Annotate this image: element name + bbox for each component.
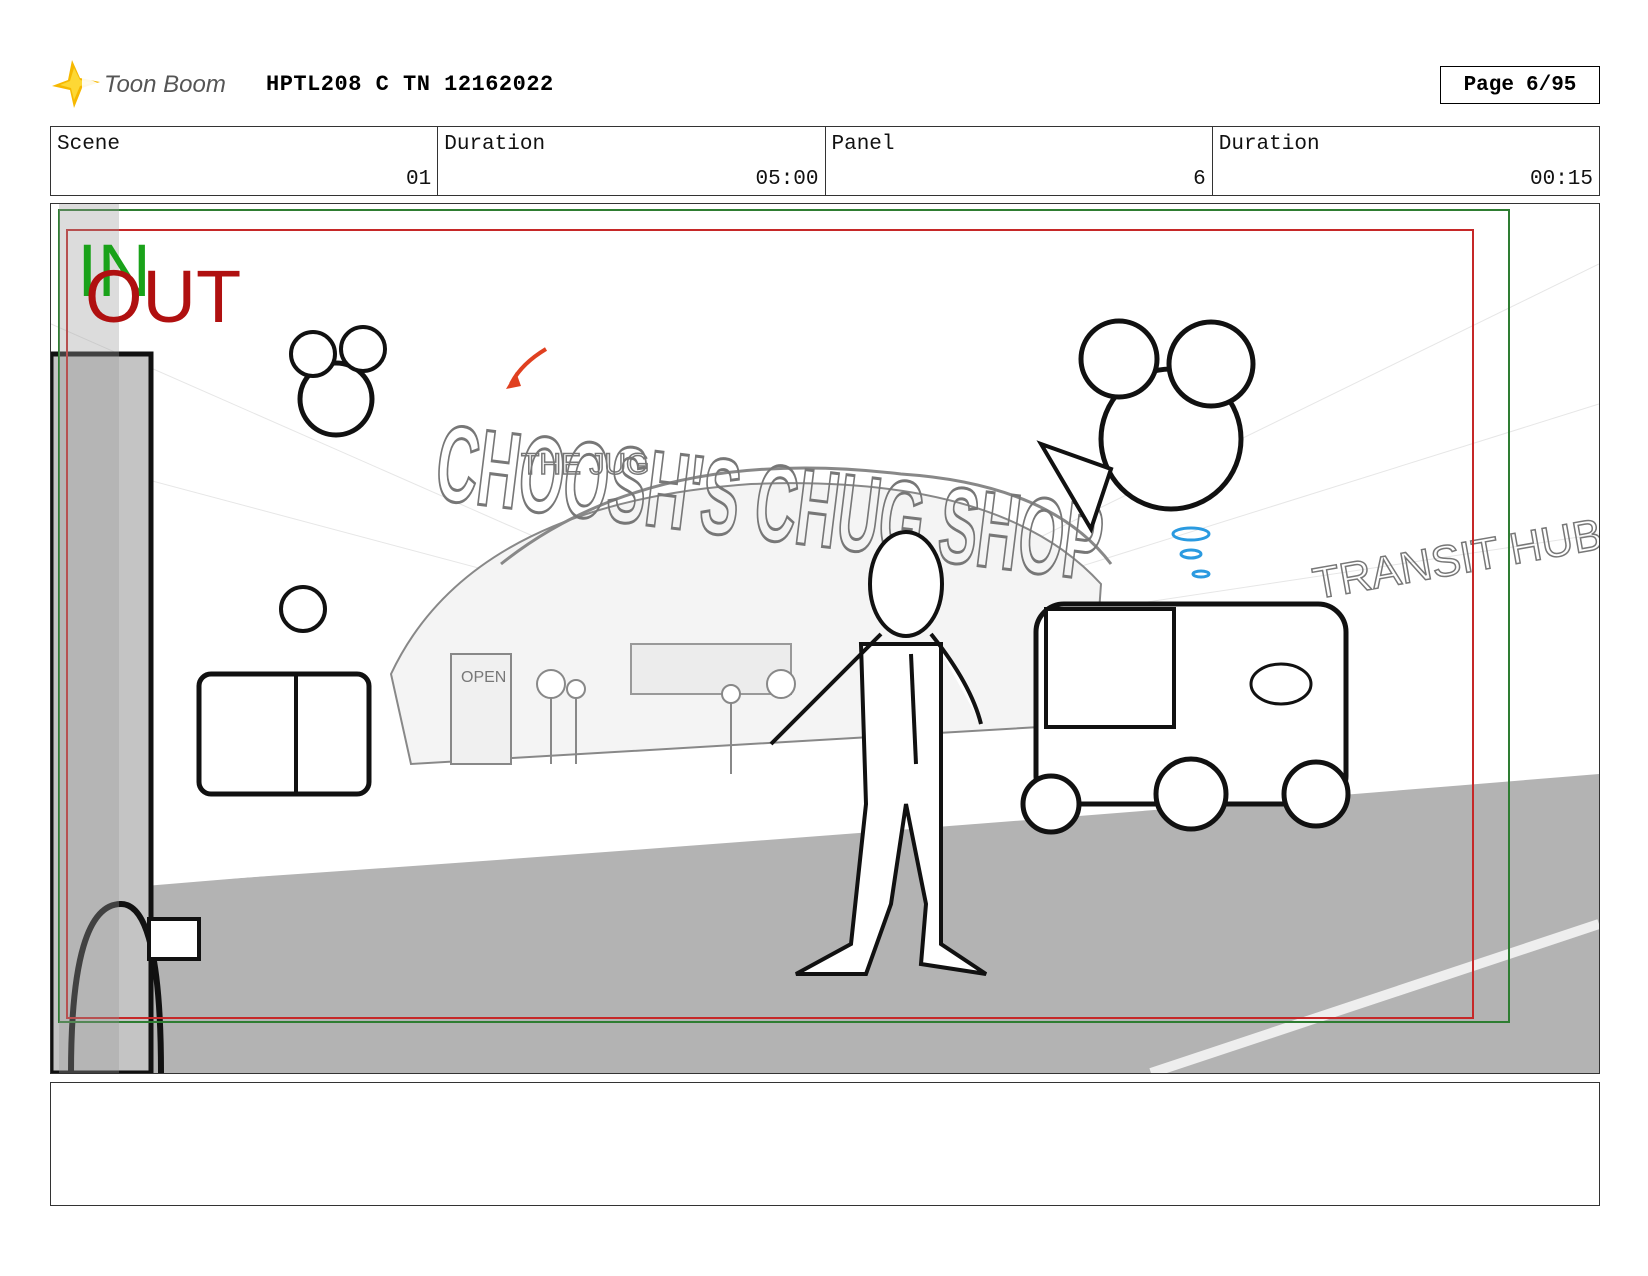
- panel-duration-cell: Duration 00:15: [1213, 127, 1599, 195]
- page-header: Toon Boom HPTL208 C TN 12162022 Page 6/9…: [52, 58, 1600, 110]
- panel-duration-label: Duration: [1218, 133, 1320, 156]
- scene-duration-label: Duration: [444, 133, 546, 156]
- panel-drawing: OPEN CHOOSH'S CHUG SHOP THE JUG TRANSIT …: [51, 204, 1599, 1073]
- logo-text: Toon Boom: [104, 71, 226, 98]
- panel-cell: Panel 6: [826, 127, 1213, 195]
- jug-sign: THE JUG: [521, 448, 649, 481]
- page-number: 6/95: [1526, 73, 1577, 97]
- left-truck-pipe: [147, 917, 201, 961]
- storyboard-panel: OPEN CHOOSH'S CHUG SHOP THE JUG TRANSIT …: [50, 203, 1600, 1074]
- right-van-wheel-rear: [1281, 759, 1351, 829]
- panel-label: Panel: [831, 133, 895, 156]
- panel-value: 6: [1193, 168, 1206, 191]
- panel-notes-box: [50, 1082, 1600, 1206]
- document-title: HPTL208 C TN 12162022: [266, 72, 554, 97]
- left-van-dish-icon: [279, 585, 327, 633]
- scene-value: 01: [406, 168, 432, 191]
- open-sign: OPEN: [461, 669, 506, 686]
- burst-icon: [52, 60, 102, 108]
- out-marker: OUT: [85, 255, 242, 338]
- panel-info-table: Scene 01 Duration 05:00 Panel 6 Duration…: [50, 126, 1600, 196]
- scene-duration-value: 05:00: [755, 168, 819, 191]
- panel-duration-value: 00:15: [1529, 168, 1593, 191]
- road: [51, 774, 1599, 1073]
- right-van-wheel-front: [1153, 756, 1229, 832]
- transit-hub-sign: TRANSIT HUB: [1309, 510, 1599, 609]
- scene-duration-cell: Duration 05:00: [438, 127, 826, 195]
- page-indicator: Page 6/95: [1440, 66, 1600, 104]
- toon-boom-logo: Toon Boom: [52, 60, 226, 108]
- scene-cell: Scene 01: [51, 127, 439, 195]
- scene-label: Scene: [57, 133, 121, 156]
- left-van: [196, 671, 372, 797]
- page-label: Page: [1463, 73, 1514, 97]
